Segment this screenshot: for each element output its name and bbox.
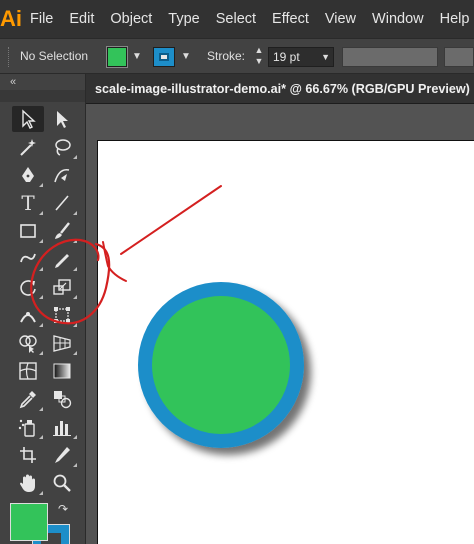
artwork-layer <box>138 282 304 448</box>
collapse-panel-icon[interactable]: « <box>10 76 16 88</box>
menu-object[interactable]: Object <box>102 0 160 38</box>
zoom-tool-icon[interactable] <box>46 470 78 496</box>
document-tab[interactable]: scale-image-illustrator-demo.ai* @ 66.67… <box>86 74 474 104</box>
artboard-tool-icon[interactable] <box>12 442 44 468</box>
menu-edit[interactable]: Edit <box>61 0 102 38</box>
fill-color-swatch[interactable] <box>107 47 127 67</box>
stroke-weight-value: 19 pt <box>273 50 300 64</box>
document-tab-title: scale-image-illustrator-demo.ai* @ 66.67… <box>95 82 470 96</box>
brush-definition-field[interactable] <box>444 47 474 67</box>
rectangle-tool-icon[interactable] <box>12 218 44 244</box>
perspective-grid-tool-icon[interactable] <box>46 330 78 356</box>
selection-tool-icon[interactable] <box>12 106 44 132</box>
fill-color-box[interactable] <box>10 503 48 541</box>
paintbrush-tool-icon[interactable] <box>46 218 78 244</box>
gradient-tool-icon[interactable] <box>46 358 78 384</box>
line-segment-tool-icon[interactable] <box>46 190 78 216</box>
fill-dropdown-chevron-icon[interactable]: ▼ <box>129 47 145 67</box>
shaper-tool-icon[interactable] <box>12 246 44 272</box>
column-graph-tool-icon[interactable] <box>46 414 78 440</box>
slice-tool-icon[interactable] <box>46 442 78 468</box>
menu-type[interactable]: Type <box>160 0 207 38</box>
magic-wand-tool-icon[interactable] <box>12 134 44 160</box>
stroke-weight-field[interactable]: 19 pt ▼ <box>268 47 334 67</box>
tools-panel: « T ↷ <box>0 74 86 544</box>
tools-panel-header[interactable] <box>0 90 85 102</box>
circle-shape[interactable] <box>138 282 304 448</box>
curvature-tool-icon[interactable] <box>46 162 78 188</box>
hand-tool-icon[interactable] <box>12 470 44 496</box>
type-tool-icon[interactable]: T <box>12 190 44 216</box>
canvas-area[interactable] <box>86 104 474 544</box>
pencil-tool-icon[interactable] <box>46 246 78 272</box>
lasso-tool-icon[interactable] <box>46 134 78 160</box>
stroke-dropdown-chevron-icon[interactable]: ▼ <box>178 47 194 67</box>
chevron-down-icon[interactable]: ▼ <box>321 48 330 66</box>
eyedropper-tool-icon[interactable] <box>12 386 44 412</box>
symbol-sprayer-tool-icon[interactable] <box>12 414 44 440</box>
menu-select[interactable]: Select <box>208 0 264 38</box>
stroke-weight-stepper[interactable]: ▲ ▼ <box>250 45 268 69</box>
swap-fill-stroke-icon[interactable]: ↷ <box>58 502 68 516</box>
selection-status: No Selection <box>20 49 89 63</box>
mesh-tool-icon[interactable] <box>12 358 44 384</box>
free-transform-tool-icon[interactable] <box>46 302 78 328</box>
shape-builder-tool-icon[interactable] <box>12 330 44 356</box>
variable-width-profile-field[interactable] <box>342 47 438 67</box>
grip-handle-icon[interactable] <box>8 47 11 67</box>
width-tool-icon[interactable] <box>12 302 44 328</box>
rotate-tool-icon[interactable] <box>12 274 44 300</box>
artboard[interactable] <box>97 140 474 544</box>
menu-file[interactable]: File <box>22 0 61 38</box>
menu-bar: Ai File Edit Object Type Select Effect V… <box>0 0 474 38</box>
control-bar: No Selection ▼ ▼ Stroke: ▲ ▼ 19 pt ▼ <box>0 38 474 74</box>
scale-tool-icon[interactable] <box>46 274 78 300</box>
blend-tool-icon[interactable] <box>46 386 78 412</box>
direct-selection-tool-icon[interactable] <box>46 106 78 132</box>
illustrator-window: Ai File Edit Object Type Select Effect V… <box>0 0 474 544</box>
stroke-label[interactable]: Stroke: <box>207 49 245 63</box>
menu-help[interactable]: Help <box>432 0 474 38</box>
app-logo: Ai <box>0 6 22 31</box>
menu-window[interactable]: Window <box>364 0 432 38</box>
stroke-color-swatch[interactable] <box>153 47 175 67</box>
pen-tool-icon[interactable] <box>12 162 44 188</box>
menu-view[interactable]: View <box>317 0 364 38</box>
menu-effect[interactable]: Effect <box>264 0 317 38</box>
